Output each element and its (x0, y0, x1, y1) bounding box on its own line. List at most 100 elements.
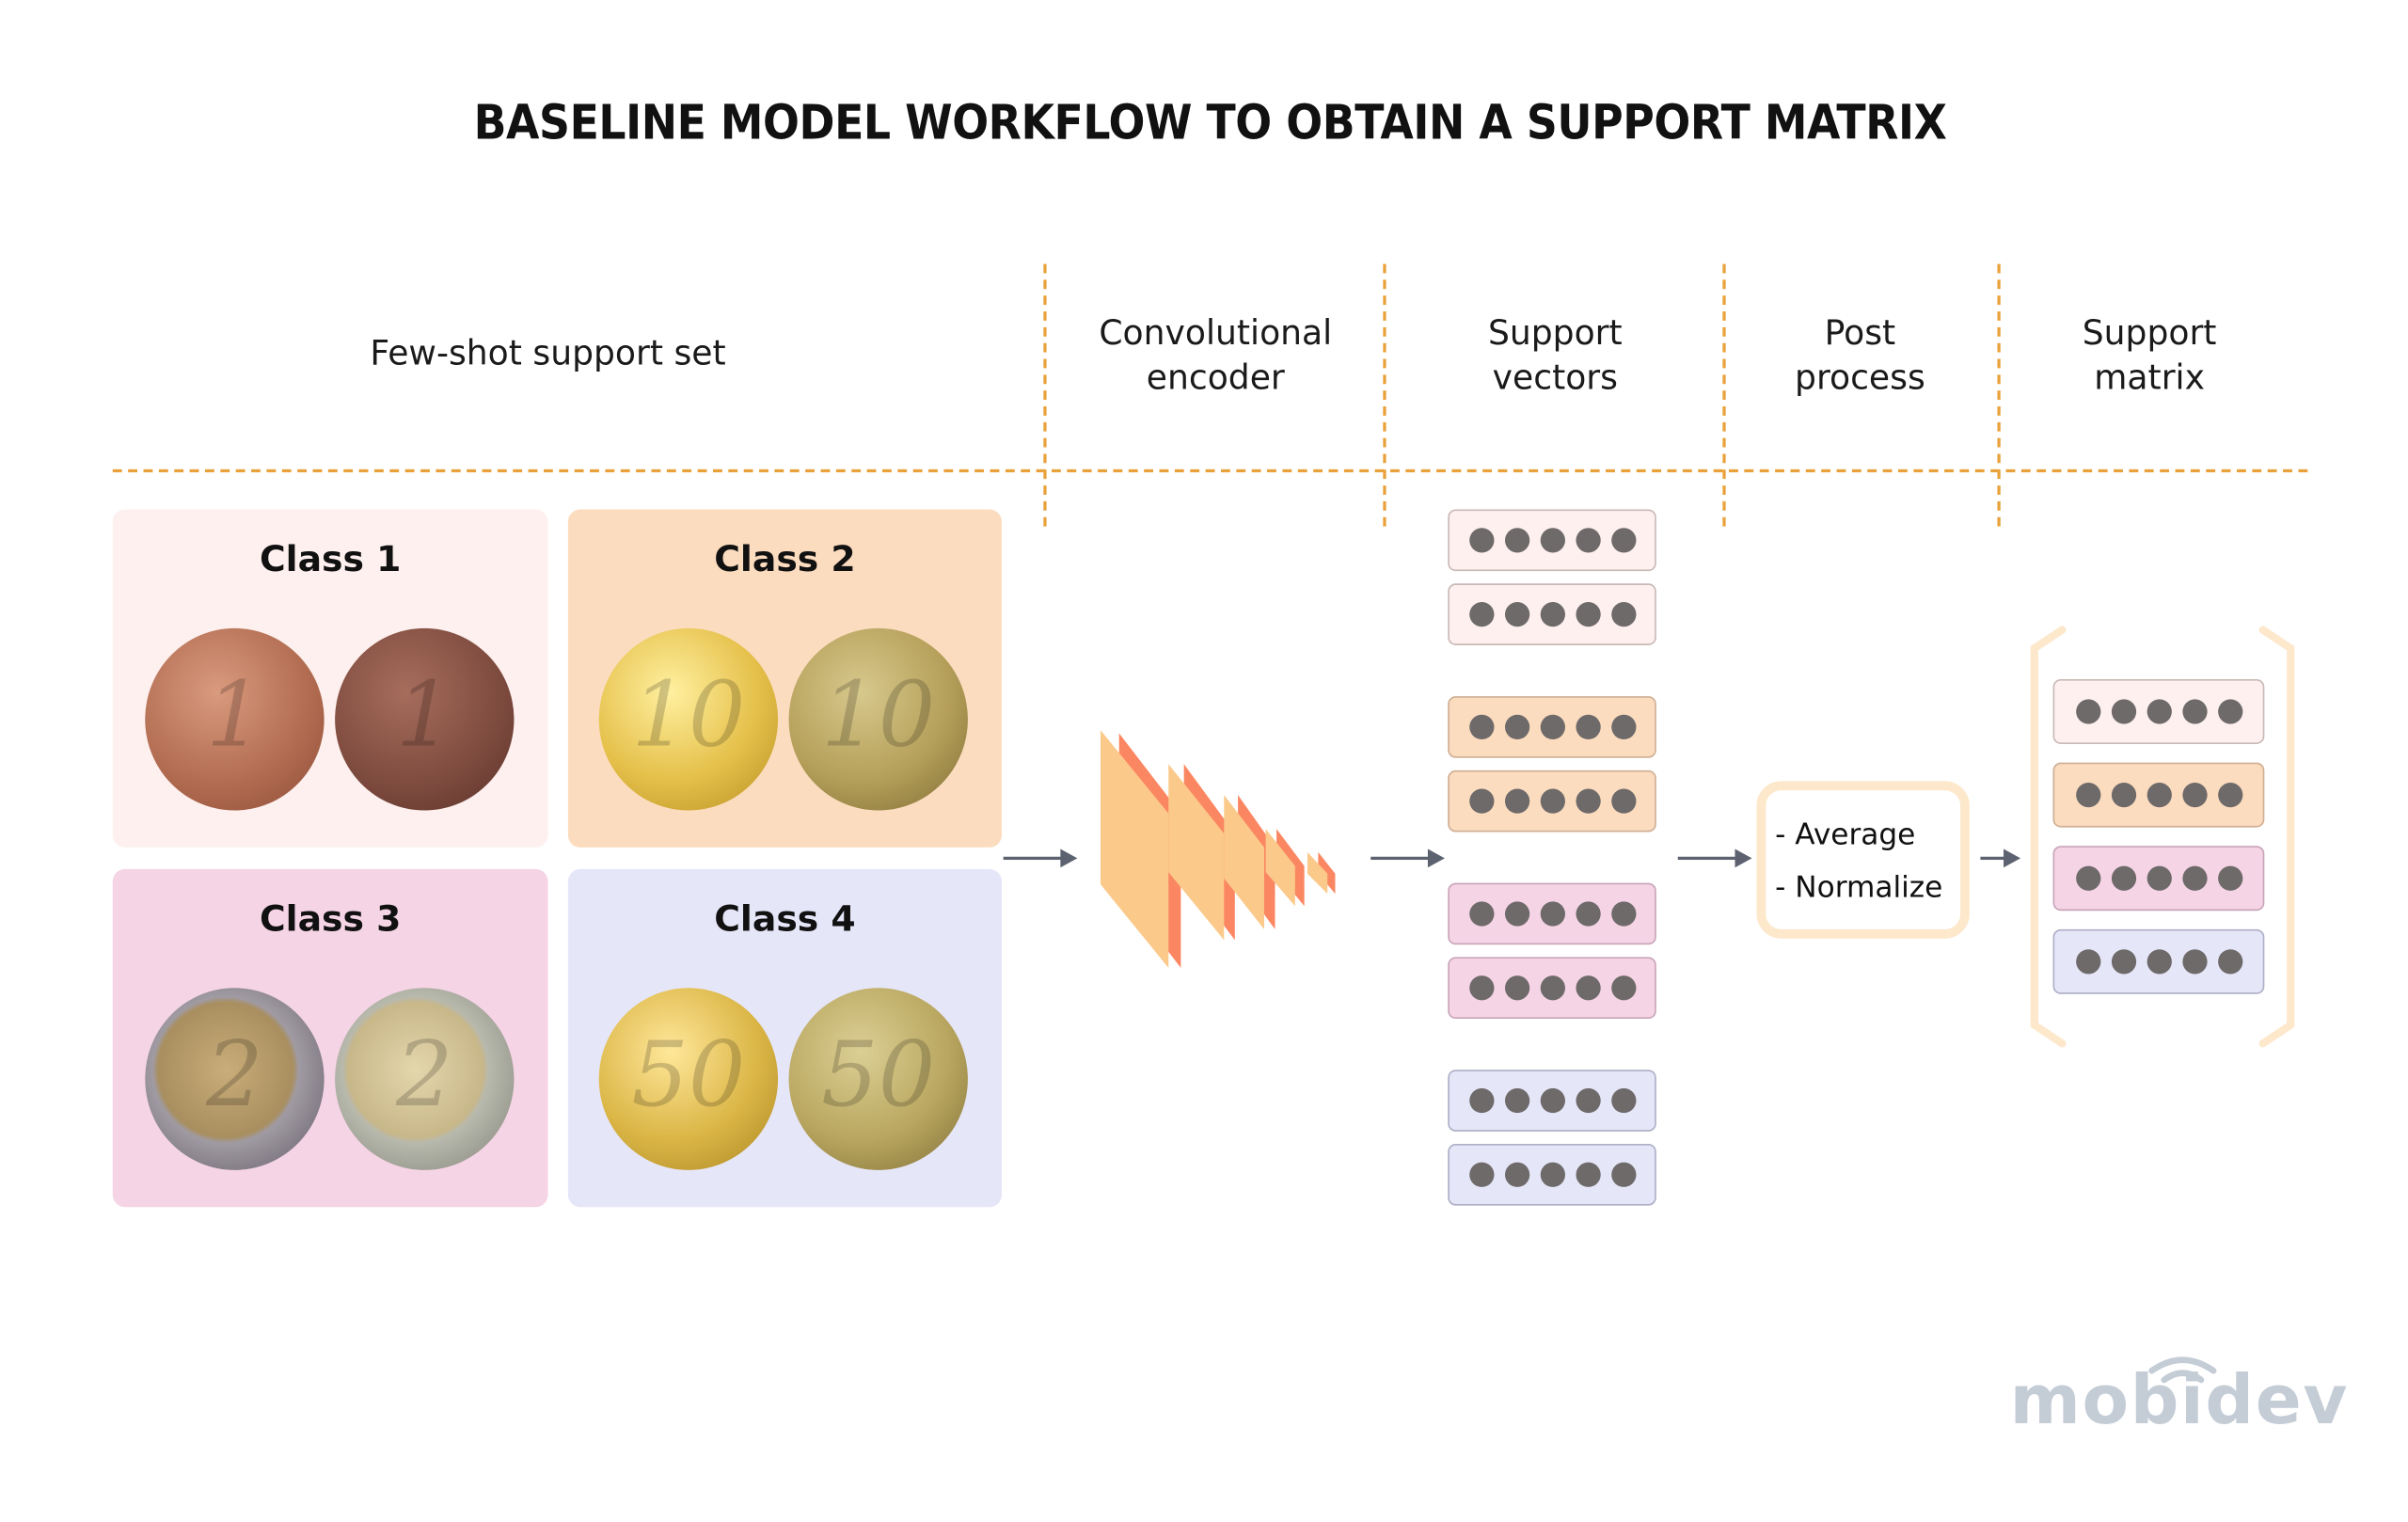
support-vector-class-2 (1448, 769, 1656, 832)
vector-element-dot (1468, 1162, 1494, 1187)
vector-element-dot (2111, 782, 2136, 808)
matrix-row-class-3 (2052, 846, 2265, 912)
vector-element-dot (2146, 949, 2172, 975)
vector-element-dot (1504, 601, 1529, 627)
coin-image-1-cent: 1 (335, 627, 515, 811)
coin-image-1-cent: 1 (145, 627, 325, 811)
class-label: Class 4 (714, 899, 856, 941)
support-vector-class-4 (1448, 1143, 1656, 1206)
matrix-row-class-2 (2052, 762, 2265, 828)
vector-element-dot (1539, 1087, 1565, 1114)
vector-element-dot (2075, 865, 2100, 891)
support-vector-class-3 (1448, 957, 1656, 1020)
class-panel-2: Class 2 10 10 (567, 509, 1003, 848)
header-post-process: Post process (1729, 311, 1991, 401)
vector-element-dot (2181, 699, 2207, 724)
vector-element-dot (1504, 714, 1529, 740)
vector-element-dot (1575, 714, 1600, 740)
vector-element-dot (1539, 975, 1565, 1001)
vector-element-dot (1468, 788, 1494, 814)
header-line: Support (2082, 314, 2217, 354)
vector-element-dot (1468, 528, 1494, 553)
post-process-box: - Average - Normalize (1756, 781, 1970, 939)
vector-element-dot (2146, 865, 2172, 891)
post-process-step-normalize: - Normalize (1775, 870, 1943, 905)
vector-element-dot (1575, 1087, 1600, 1114)
vector-element-dot (1504, 1162, 1529, 1187)
vector-element-dot (1539, 901, 1565, 927)
vector-element-dot (1610, 1087, 1636, 1114)
header-line: matrix (2094, 359, 2205, 399)
vector-element-dot (1539, 601, 1565, 627)
vector-element-dot (1575, 788, 1600, 814)
wifi-icon (2148, 1356, 2217, 1384)
column-divider (1997, 263, 2001, 527)
header-few-shot-support-set: Few-shot support set (370, 335, 726, 374)
vector-element-dot (2217, 782, 2242, 808)
vector-element-dot (2217, 949, 2242, 975)
matrix-row-class-4 (2052, 928, 2265, 994)
class-label: Class 2 (714, 540, 856, 581)
header-line: process (1795, 359, 1925, 399)
vector-element-dot (1610, 901, 1636, 927)
column-divider (1043, 263, 1047, 527)
convolutional-encoder-icon (1101, 730, 1336, 968)
mobidev-logo: mobidev (2010, 1356, 2350, 1440)
coin-image-2-euro: 2 (145, 988, 325, 1170)
coin-image-2-euro: 2 (335, 988, 515, 1170)
vector-element-dot (1539, 714, 1565, 740)
vector-element-dot (2181, 949, 2207, 975)
vector-element-dot (1468, 975, 1494, 1001)
vector-element-dot (2111, 699, 2136, 724)
class-label: Class 1 (259, 540, 402, 581)
header-convolutional-encoder: Convolutional encoder (1065, 311, 1366, 401)
vector-element-dot (1539, 1162, 1565, 1187)
vector-element-dot (2181, 865, 2207, 891)
vector-element-dot (1539, 528, 1565, 553)
page-title: BASELINE MODEL WORKFLOW TO OBTAIN A SUPP… (473, 95, 1947, 151)
encoder-layer (1307, 851, 1328, 895)
header-support-matrix: Support matrix (2006, 311, 2292, 401)
vector-element-dot (1610, 788, 1636, 814)
header-line: Convolutional (1099, 314, 1333, 354)
vector-element-dot (1504, 1087, 1529, 1114)
vector-element-dot (1610, 714, 1636, 740)
arrow-right-icon (1370, 848, 1445, 868)
vector-element-dot (2181, 782, 2207, 808)
vector-element-dot (1610, 975, 1636, 1001)
vector-element-dot (1575, 528, 1600, 553)
class-panel-1: Class 1 1 1 (112, 509, 548, 848)
vector-element-dot (2111, 949, 2136, 975)
support-vector-class-2 (1448, 696, 1656, 758)
support-vector-class-3 (1448, 882, 1656, 945)
vector-element-dot (1468, 601, 1494, 627)
vector-element-dot (1610, 528, 1636, 553)
vector-element-dot (2075, 949, 2100, 975)
support-vector-class-1 (1448, 509, 1656, 572)
vector-element-dot (1468, 1087, 1494, 1114)
vector-element-dot (2075, 699, 2100, 724)
vector-element-dot (2075, 782, 2100, 808)
header-line: vectors (1492, 359, 1618, 399)
vector-element-dot (1575, 1162, 1600, 1187)
vector-element-dot (2217, 865, 2242, 891)
coin-image-50-cent: 50 (788, 988, 968, 1170)
coin-image-50-cent: 50 (598, 988, 779, 1170)
arrow-right-icon (1980, 848, 2021, 868)
header-divider (112, 468, 2308, 473)
vector-element-dot (1610, 601, 1636, 627)
vector-element-dot (1610, 1162, 1636, 1187)
vector-element-dot (1504, 788, 1529, 814)
coin-image-10-cent: 10 (598, 627, 779, 811)
matrix-row-class-1 (2052, 679, 2265, 744)
vector-element-dot (1575, 901, 1600, 927)
vector-element-dot (2146, 782, 2172, 808)
coin-image-10-cent: 10 (788, 627, 968, 811)
vector-element-dot (1575, 975, 1600, 1001)
header-line: Support (1487, 314, 1623, 354)
vector-element-dot (1575, 601, 1600, 627)
support-vector-class-1 (1448, 583, 1656, 645)
header-support-vectors: Support vectors (1404, 311, 1705, 401)
vector-element-dot (1504, 901, 1529, 927)
column-divider (1383, 263, 1386, 527)
